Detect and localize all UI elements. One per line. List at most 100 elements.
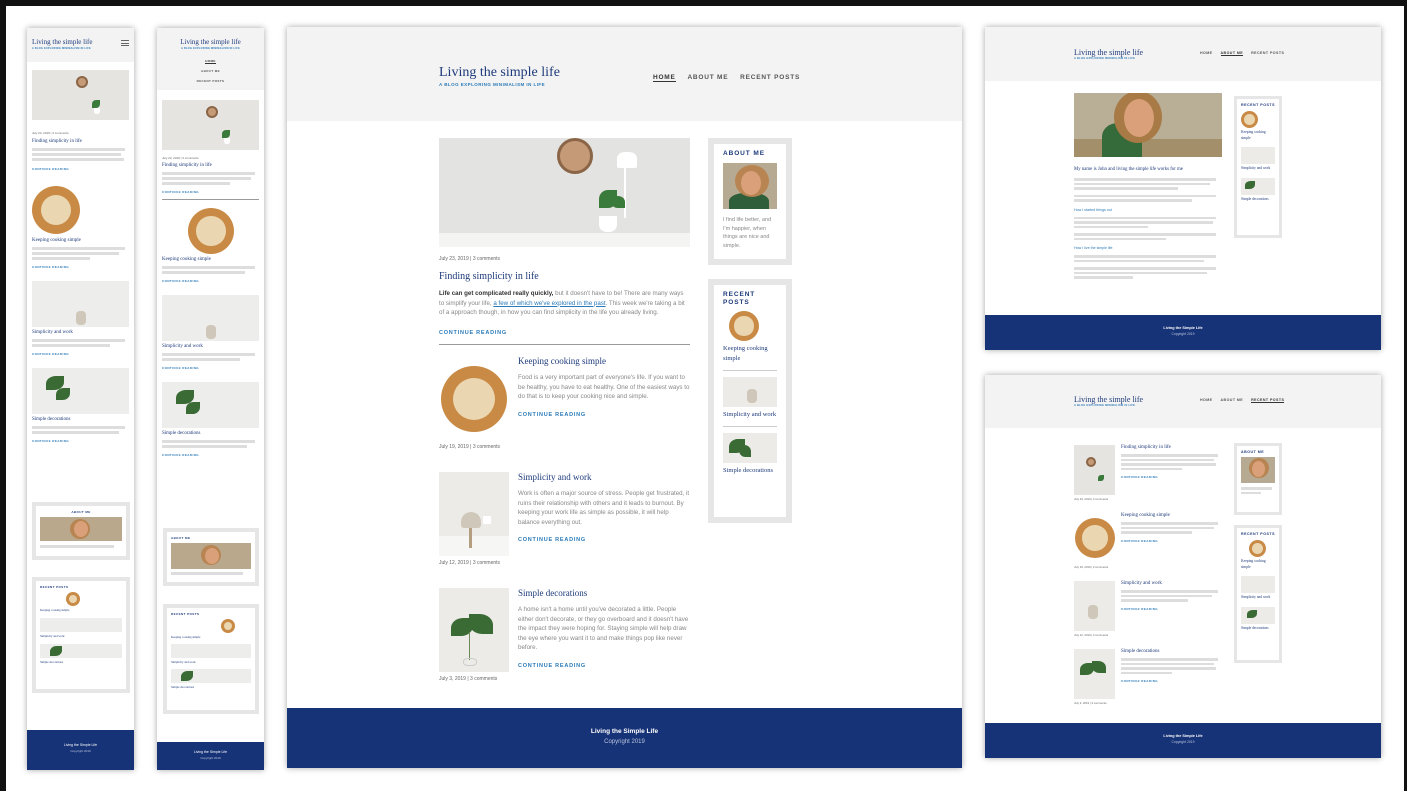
post-title[interactable]: Keeping cooking simple bbox=[518, 356, 690, 366]
past-posts-link[interactable]: a few of which we've explored in the pas… bbox=[493, 300, 605, 307]
post-image[interactable] bbox=[1074, 649, 1115, 699]
post-image[interactable] bbox=[162, 382, 259, 428]
recent-posts-widget: Recent posts Keeping cooking simple Simp… bbox=[1234, 525, 1282, 663]
recent-post-thumb[interactable] bbox=[723, 433, 777, 463]
continue-reading-link[interactable]: Continue reading bbox=[439, 330, 690, 336]
site-title[interactable]: Living the simple life bbox=[1074, 48, 1143, 57]
post-title[interactable]: Simple decorations bbox=[518, 588, 690, 598]
site-header: Living the simple life A blog exploring … bbox=[985, 27, 1381, 81]
continue-reading-link[interactable]: Continue reading bbox=[162, 190, 259, 194]
recent-post-link[interactable]: Simplicity and work bbox=[723, 410, 777, 420]
post-image[interactable] bbox=[162, 100, 259, 150]
post-meta: July 3, 2019 | 3 comments bbox=[439, 676, 498, 682]
post-title[interactable]: Finding simplicity in life bbox=[1121, 445, 1222, 450]
recent-post-link[interactable]: Keeping cooking simple bbox=[1241, 559, 1275, 570]
post-image[interactable] bbox=[1074, 513, 1115, 563]
hamburger-menu-icon[interactable] bbox=[121, 40, 129, 46]
continue-reading-link[interactable]: Continue reading bbox=[518, 412, 690, 418]
nav-recent-posts[interactable]: Recent posts bbox=[1251, 51, 1284, 55]
continue-reading-link[interactable]: Continue reading bbox=[1121, 607, 1222, 611]
continue-reading-link[interactable]: Continue reading bbox=[1121, 679, 1222, 683]
continue-reading-link[interactable]: Continue reading bbox=[518, 663, 690, 669]
continue-reading-link[interactable]: Continue reading bbox=[32, 352, 129, 356]
post-title[interactable]: Keeping cooking simple bbox=[1121, 513, 1222, 518]
post-title[interactable]: Simple decorations bbox=[162, 431, 259, 436]
continue-reading-link[interactable]: Continue reading bbox=[1121, 475, 1222, 479]
site-title[interactable]: Living the simple life bbox=[1074, 395, 1143, 404]
post-image[interactable] bbox=[162, 295, 259, 341]
recent-post-link[interactable]: Simple decorations bbox=[1241, 197, 1275, 203]
post-image[interactable] bbox=[1074, 445, 1115, 495]
recent-post-link[interactable]: Simplicity and work bbox=[40, 634, 122, 638]
recent-post-link[interactable]: Simple decorations bbox=[1241, 626, 1275, 632]
nav-about[interactable]: About me bbox=[687, 74, 728, 81]
nav-recent-posts[interactable]: Recent posts bbox=[1251, 398, 1285, 403]
continue-reading-link[interactable]: Continue reading bbox=[1121, 539, 1222, 543]
site-title[interactable]: Living the simple life bbox=[439, 65, 560, 81]
nav-about[interactable]: About me bbox=[201, 69, 220, 73]
nav-about[interactable]: About me bbox=[1220, 51, 1244, 56]
post-card: July 19, 2019 | 3 comments Keeping cooki… bbox=[1074, 513, 1222, 581]
continue-reading-link[interactable]: Continue reading bbox=[32, 439, 129, 443]
main-nav: Home About me Recent posts bbox=[157, 56, 264, 86]
recent-post-link[interactable]: Keeping cooking simple bbox=[1241, 130, 1275, 141]
continue-reading-link[interactable]: Continue reading bbox=[162, 279, 259, 283]
continue-reading-link[interactable]: Continue reading bbox=[32, 167, 129, 171]
recent-post-thumb[interactable] bbox=[723, 377, 777, 407]
nav-home[interactable]: Home bbox=[653, 74, 676, 82]
recent-post-link[interactable]: Simplicity and work bbox=[1241, 595, 1275, 601]
continue-reading-link[interactable]: Continue reading bbox=[162, 366, 259, 370]
continue-reading-link[interactable]: Continue reading bbox=[518, 537, 690, 543]
site-tagline: A blog exploring minimalism in life bbox=[439, 82, 546, 87]
post-image[interactable] bbox=[1074, 581, 1115, 631]
post-title[interactable]: Simplicity and work bbox=[1121, 581, 1222, 586]
excerpt-lead: Life can get complicated really quickly, bbox=[439, 290, 554, 297]
post-meta: July 23, 2019 | 3 comments bbox=[1074, 497, 1109, 501]
desktop-mockup: Living the simple life A blog exploring … bbox=[287, 27, 962, 768]
post-title[interactable]: Keeping cooking simple bbox=[162, 257, 259, 262]
main-nav: Home About me Recent posts bbox=[1200, 398, 1285, 403]
post-title[interactable]: Finding simplicity in life bbox=[439, 271, 690, 282]
continue-reading-link[interactable]: Continue reading bbox=[162, 453, 259, 457]
continue-reading-link[interactable]: Continue reading bbox=[32, 265, 129, 269]
recent-post-link[interactable]: Keeping cooking simple bbox=[171, 635, 251, 639]
nav-home[interactable]: Home bbox=[205, 59, 216, 64]
recent-post-thumb[interactable] bbox=[723, 311, 777, 341]
recent-post-link[interactable]: Simple decorations bbox=[171, 685, 251, 689]
site-tagline: A blog exploring minimalism in life bbox=[32, 47, 91, 50]
post-image[interactable] bbox=[32, 368, 129, 414]
post-title[interactable]: Simple decorations bbox=[32, 417, 129, 422]
nav-about[interactable]: About me bbox=[1221, 398, 1244, 402]
nav-home[interactable]: Home bbox=[1200, 398, 1213, 402]
recent-post-link[interactable]: Simplicity and work bbox=[1241, 166, 1275, 172]
post-image[interactable] bbox=[32, 70, 129, 120]
site-title[interactable]: Living the simple life bbox=[157, 38, 264, 46]
about-section-link[interactable]: How I live the simple life bbox=[1074, 246, 1222, 250]
post-title[interactable]: Simplicity and work bbox=[518, 472, 690, 482]
recent-post-link[interactable]: Keeping cooking simple bbox=[723, 344, 777, 364]
post-title[interactable]: Keeping cooking simple bbox=[32, 238, 129, 243]
recent-post-link[interactable]: Simplicity and work bbox=[171, 660, 251, 664]
post-title[interactable]: Finding simplicity in life bbox=[162, 163, 259, 168]
footer-copyright: Copyright 2019 bbox=[70, 749, 91, 753]
recent-post-link[interactable]: Keeping cooking simple bbox=[40, 608, 122, 612]
post-image[interactable] bbox=[162, 208, 259, 254]
recent-post-link[interactable]: Simple decorations bbox=[40, 660, 122, 664]
post-image[interactable] bbox=[439, 472, 509, 556]
recent-post-link[interactable]: Simple decorations bbox=[723, 466, 777, 476]
post-title[interactable]: Simple decorations bbox=[1121, 649, 1222, 654]
post-image[interactable] bbox=[32, 281, 129, 327]
nav-recent-posts[interactable]: Recent posts bbox=[740, 74, 800, 81]
nav-home[interactable]: Home bbox=[1200, 51, 1213, 55]
about-section-link[interactable]: How I started things out bbox=[1074, 208, 1222, 212]
post-image[interactable] bbox=[439, 138, 690, 247]
post-title[interactable]: Finding simplicity in life bbox=[32, 139, 129, 144]
nav-recent-posts[interactable]: Recent posts bbox=[197, 79, 225, 83]
post-title[interactable]: Simplicity and work bbox=[162, 344, 259, 349]
post-image[interactable] bbox=[439, 356, 509, 440]
post-title[interactable]: Simplicity and work bbox=[32, 330, 129, 335]
post-image[interactable] bbox=[32, 185, 129, 235]
recent-post-item: Keeping cooking simple bbox=[723, 311, 777, 371]
post-image[interactable] bbox=[439, 588, 509, 672]
site-title[interactable]: Living the simple life bbox=[32, 38, 134, 46]
